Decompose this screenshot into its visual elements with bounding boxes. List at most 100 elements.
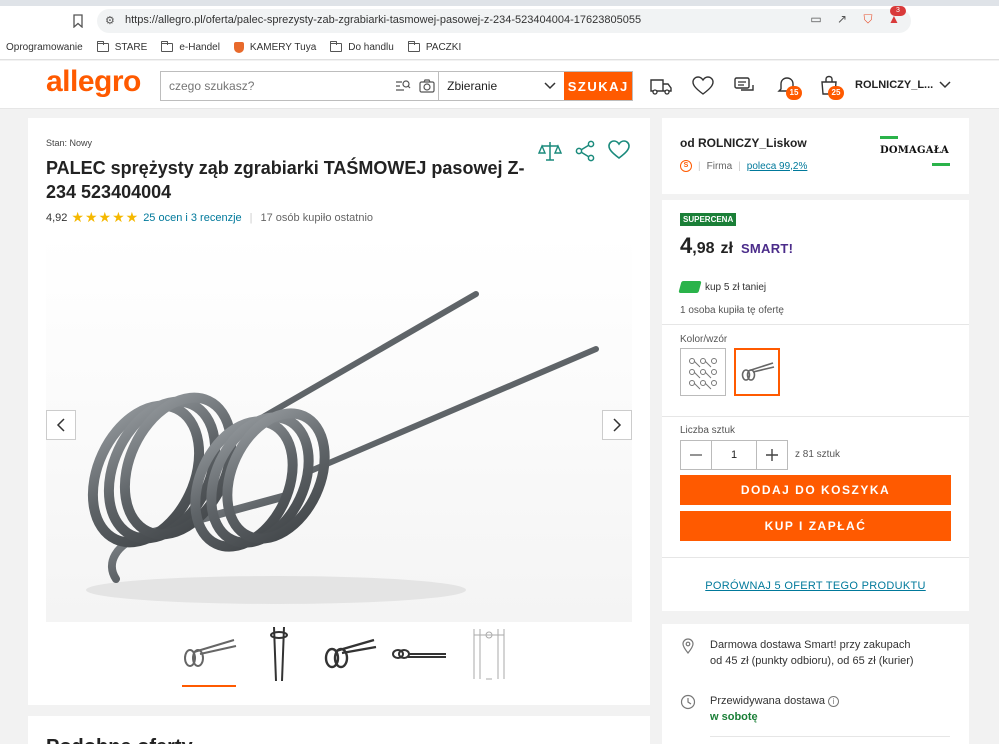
divider xyxy=(662,324,969,325)
compare-scale-icon[interactable] xyxy=(538,140,562,162)
seller-meta: S | Firma | poleca 99,2% xyxy=(680,160,807,172)
camera-icon[interactable] xyxy=(419,79,436,93)
bookmark-label: STARE xyxy=(114,42,148,53)
site-settings-icon[interactable]: ⚙ xyxy=(105,14,115,27)
thumbnail-4[interactable] xyxy=(388,623,450,685)
thumbnail-2[interactable] xyxy=(248,623,310,685)
product-title: PALEC sprężysty ząb zgrabiarki TAŚMOWEJ … xyxy=(46,158,525,202)
messages-icon[interactable] xyxy=(732,73,758,99)
add-to-cart-button[interactable]: DODAJ DO KOSZYKA xyxy=(680,475,951,505)
discount-tag-icon xyxy=(678,281,702,293)
reviews-link[interactable]: 25 ocen i 3 recenzje xyxy=(143,212,241,224)
variant-option-set[interactable] xyxy=(680,348,726,396)
buy-now-button[interactable]: KUP I ZAPŁAĆ xyxy=(680,511,951,541)
product-actions xyxy=(538,140,630,162)
search-input[interactable] xyxy=(161,72,390,100)
bookmark-paczki[interactable]: PACZKI xyxy=(407,41,461,53)
image-next-button[interactable] xyxy=(602,410,632,440)
brand-name: DOMAGAŁA xyxy=(880,145,949,156)
bookmark-star-icon[interactable] xyxy=(72,14,84,28)
bookmark-e-handel[interactable]: e-Handel xyxy=(161,41,220,53)
variant-option-single[interactable] xyxy=(734,348,780,396)
expected-delivery-text: Przewidywana dostawa i w sobotę xyxy=(710,693,840,725)
brave-shield-icon[interactable]: ⛉ xyxy=(860,12,876,32)
cast-icon[interactable]: ▭ xyxy=(808,12,824,32)
product-image-spring-tine[interactable] xyxy=(46,234,632,622)
thumbnail-strip xyxy=(178,623,520,687)
expected-delivery-label: Przewidywana dostawa xyxy=(710,695,825,707)
quantity-increase-button[interactable] xyxy=(757,441,787,469)
seller-recommend-link[interactable]: poleca 99,2% xyxy=(747,161,808,172)
price-main: 4 xyxy=(680,233,693,258)
clock-icon xyxy=(680,694,696,710)
image-prev-button[interactable] xyxy=(46,410,76,440)
thumbnail-3[interactable] xyxy=(318,623,380,685)
spring-tine-thumbnail xyxy=(392,649,446,659)
share-icon[interactable] xyxy=(574,140,596,162)
truck-icon xyxy=(650,79,672,95)
quantity-decrease-button[interactable] xyxy=(681,441,711,469)
folder-icon xyxy=(407,41,420,52)
delivery-truck-icon[interactable] xyxy=(648,73,674,99)
seller-type: Firma xyxy=(706,160,733,172)
account-menu[interactable]: ROLNICZY_L... xyxy=(855,79,951,91)
bookmark-stare[interactable]: STARE xyxy=(96,41,148,53)
expected-delivery-value: w sobotę xyxy=(710,711,758,723)
brand-logo[interactable]: DOMAGAŁA xyxy=(880,136,950,166)
free-delivery-line2: od 45 zł (punkty odbioru), od 65 zł (kur… xyxy=(710,655,914,667)
folder-icon xyxy=(96,41,109,52)
price: 4,98 zł SMART! xyxy=(680,233,793,259)
quantity-input[interactable]: 1 xyxy=(711,441,757,469)
cart-badge: 25 xyxy=(828,86,844,100)
share-icon[interactable]: ↗ xyxy=(834,12,850,32)
promo-row[interactable]: kup 5 zł taniej xyxy=(678,281,767,293)
spring-tine-thumbnail xyxy=(324,638,377,669)
separator: | xyxy=(249,211,253,224)
search-bar: Zbieranie SZUKAJ xyxy=(160,71,633,101)
thumbnail-1[interactable] xyxy=(178,623,240,687)
search-filters-icon[interactable] xyxy=(395,79,411,93)
offer-card: SUPERCENA 4,98 zł SMART! kup 5 zł taniej … xyxy=(662,200,969,611)
category-value: Zbieranie xyxy=(447,79,498,93)
compare-offers-link[interactable]: PORÓWNAJ 5 OFERT TEGO PRODUKTU xyxy=(662,580,969,592)
site-header: allegro Zbieranie SZUKAJ xyxy=(0,61,999,109)
search-button[interactable]: SZUKAJ xyxy=(564,72,632,100)
bookmarks-bar: Oprogramowanie STARE e-Handel KAMERY Tuy… xyxy=(0,36,999,60)
allegro-logo[interactable]: allegro xyxy=(46,65,141,99)
cart-icon[interactable]: 25 xyxy=(816,73,844,100)
heart-icon[interactable] xyxy=(608,140,630,160)
favorites-heart-icon[interactable] xyxy=(690,73,716,99)
product-card: Stan: Nowy PALEC sprężysty ząb zgrabiark… xyxy=(28,118,650,705)
bookmark-kamery-tuya[interactable]: KAMERY Tuya xyxy=(233,42,316,53)
price-currency: zł xyxy=(720,240,733,257)
chevron-down-icon xyxy=(939,81,951,89)
address-bar[interactable]: ⚙ https://allegro.pl/oferta/palec-sprezy… xyxy=(97,9,911,33)
info-icon[interactable]: i xyxy=(828,696,840,707)
free-delivery-line1: Darmowa dostawa Smart! przy zakupach xyxy=(710,639,911,651)
folder-icon xyxy=(161,41,174,52)
variant-set-thumbnail xyxy=(689,358,717,390)
free-delivery-text: Darmowa dostawa Smart! przy zakupach od … xyxy=(710,637,914,669)
bookmark-do-handlu[interactable]: Do handlu xyxy=(330,41,394,53)
notifications-bell-icon[interactable]: 15 xyxy=(774,73,802,100)
rating-value: 4,92 xyxy=(46,211,68,224)
quantity-stepper: 1 xyxy=(680,440,788,470)
price-fraction: ,98 xyxy=(692,240,715,257)
bought-recently: 17 osób kupiło ostatnio xyxy=(260,211,374,224)
url-text[interactable]: https://allegro.pl/oferta/palec-sprezyst… xyxy=(125,14,641,26)
category-select[interactable]: Zbieranie xyxy=(438,72,564,100)
supercena-badge: SUPERCENA xyxy=(680,213,737,226)
brand-logo-accent xyxy=(932,163,950,166)
bookmark-label: Do handlu xyxy=(348,42,394,53)
seller-name[interactable]: od ROLNICZY_Liskow xyxy=(680,136,807,150)
similar-offers-card: Podobne oferty xyxy=(28,716,650,744)
promo-text: kup 5 zł taniej xyxy=(705,281,767,293)
separator: | xyxy=(698,160,701,172)
bookmark-oprogramowanie[interactable]: Oprogramowanie xyxy=(6,42,83,53)
variant-label: Kolor/wzór xyxy=(680,334,728,345)
location-pin-icon xyxy=(682,638,694,654)
smart-logo: SMART! xyxy=(740,241,794,256)
brave-rewards-icon[interactable]: ▲ 3 xyxy=(886,6,906,32)
thumbnail-5[interactable] xyxy=(458,623,520,685)
quantity-label: Liczba sztuk xyxy=(680,425,736,436)
